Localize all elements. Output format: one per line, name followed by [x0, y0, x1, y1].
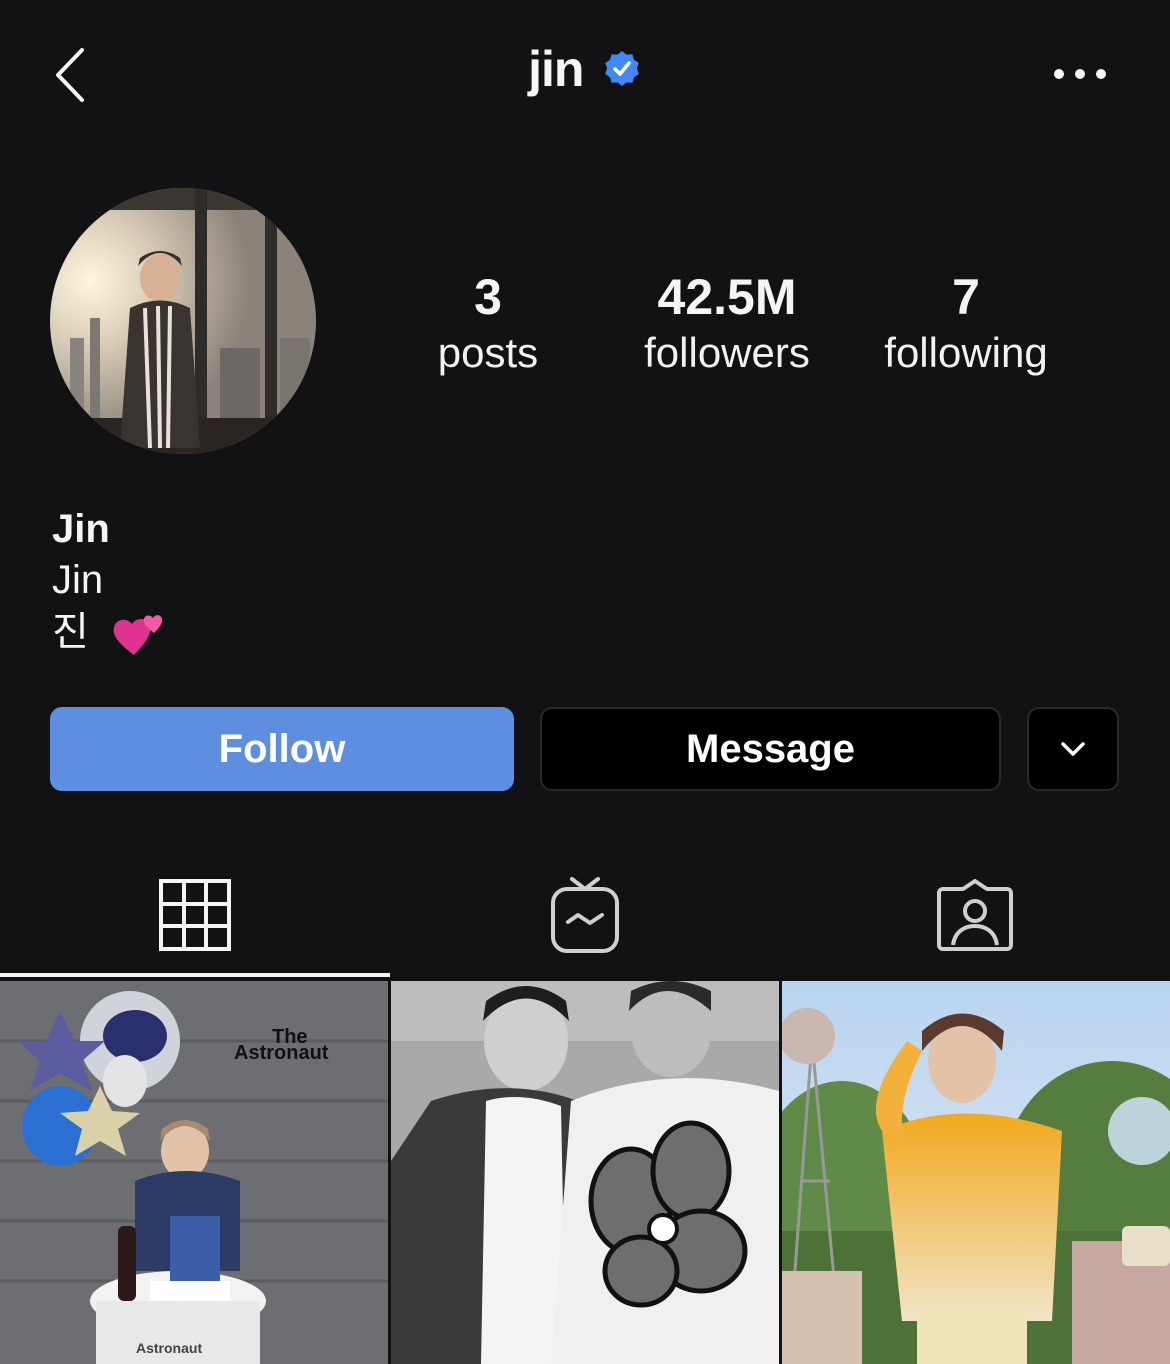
follow-button[interactable]: Follow [50, 707, 514, 791]
bio-line-1: Jin [52, 558, 104, 602]
tab-igtv[interactable] [390, 860, 780, 970]
posts-label: posts [437, 329, 539, 376]
avatar-photo [50, 188, 316, 454]
verified-badge-icon [605, 51, 639, 86]
profile-avatar[interactable] [50, 188, 316, 454]
posts-count: 3 [474, 269, 502, 325]
top-bar: jin [0, 0, 1170, 150]
tab-tagged[interactable] [780, 860, 1170, 970]
followers-label: followers [644, 329, 810, 376]
suggested-accounts-button[interactable] [1027, 707, 1119, 791]
stat-following[interactable]: 7 following [860, 268, 1072, 380]
more-horizontal-icon [1054, 69, 1106, 79]
bio-display-name: Jin [52, 507, 110, 551]
chevron-down-icon [1061, 742, 1085, 756]
stat-followers[interactable]: 42.5M followers [616, 268, 838, 380]
following-count: 7 [952, 269, 980, 325]
post-image-astronaut: The Astronaut Astronaut [0, 981, 388, 1364]
igtv-icon [551, 877, 619, 953]
bio-line-2: 진 💕 [52, 606, 166, 659]
profile-username: jin [528, 41, 584, 97]
post-image-duo [391, 981, 779, 1364]
more-options-button[interactable] [1050, 62, 1110, 86]
active-tab-indicator [0, 973, 390, 977]
profile-bio: Jin Jin 진 💕 [52, 504, 166, 659]
astronaut-text: Astronaut [234, 1042, 329, 1064]
following-label: following [884, 329, 1048, 376]
stat-posts[interactable]: 3 posts [408, 268, 568, 380]
tagged-person-icon [937, 879, 1013, 951]
followers-count: 42.5M [657, 269, 797, 325]
tab-posts-grid[interactable] [0, 860, 390, 970]
two-hearts-icon [113, 615, 163, 656]
profile-page: jin 3 posts 42.5M followers 7 following … [0, 0, 1170, 1364]
post-thumbnail[interactable]: The Astronaut Astronaut [0, 981, 388, 1364]
title-bar: jin [0, 40, 1170, 98]
post-image-garden [782, 981, 1170, 1364]
bio-korean-name: 진 [52, 610, 89, 654]
astronaut-base-text: Astronaut [136, 1340, 202, 1356]
post-thumbnail[interactable] [391, 981, 779, 1364]
grid-icon [159, 879, 231, 951]
post-thumbnail[interactable] [782, 981, 1170, 1364]
message-button[interactable]: Message [540, 707, 1001, 791]
